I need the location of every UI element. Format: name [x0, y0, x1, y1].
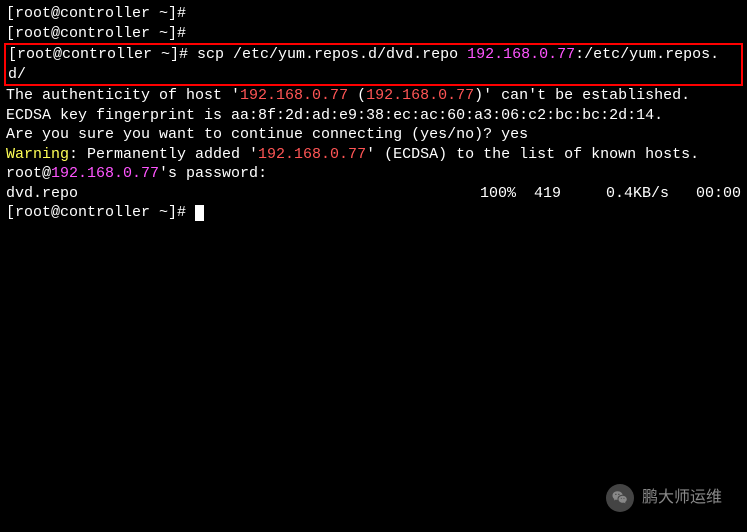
password-line: root@192.168.0.77's password: [6, 164, 741, 184]
transfer-stats: 100% 419 0.4KB/s 00:00 [480, 184, 741, 204]
fingerprint-line: ECDSA key fingerprint is aa:8f:2d:ad:e9:… [6, 106, 741, 126]
prompt-text: [root@controller ~]# [8, 46, 197, 63]
command-text: scp /etc/yum.repos.d/dvd.repo [197, 46, 467, 63]
scp-command-line: [root@controller ~]# scp /etc/yum.repos.… [8, 45, 739, 65]
transfer-filename: dvd.repo [6, 184, 78, 204]
prompt-line-empty: [root@controller ~]# [6, 24, 741, 44]
warning-label: Warning [6, 146, 69, 163]
text: ' (ECDSA) to the list of known hosts. [366, 146, 699, 163]
text: ECDSA key fingerprint is aa:8f:2d:ad:e9:… [6, 107, 663, 124]
text: root@ [6, 165, 51, 182]
ip-address-text: 192.168.0.77 [51, 165, 159, 182]
text: The authenticity of host ' [6, 87, 240, 104]
ip-address-text: 192.168.0.77 [467, 46, 575, 63]
user-input-text: yes [501, 126, 528, 143]
highlighted-command-box: [root@controller ~]# scp /etc/yum.repos.… [4, 43, 743, 86]
command-text: d/ [8, 66, 26, 83]
command-text: :/etc/yum.repos. [575, 46, 719, 63]
warning-line: Warning: Permanently added '192.168.0.77… [6, 145, 741, 165]
ip-address-text: 192.168.0.77 [366, 87, 474, 104]
terminal-cursor [195, 205, 204, 221]
confirm-line: Are you sure you want to continue connec… [6, 125, 741, 145]
text: ( [348, 87, 366, 104]
text: Are you sure you want to continue connec… [6, 126, 501, 143]
ip-address-text: 192.168.0.77 [258, 146, 366, 163]
text: )' can't be established. [474, 87, 690, 104]
prompt-line-cursor[interactable]: [root@controller ~]# [6, 203, 741, 223]
prompt-line-empty: [root@controller ~]# [6, 4, 741, 24]
ip-address-text: 192.168.0.77 [240, 87, 348, 104]
wechat-icon [606, 484, 634, 512]
prompt-text: [root@controller ~]# [6, 204, 195, 221]
scp-command-wrap: d/ [8, 65, 739, 85]
authenticity-line: The authenticity of host '192.168.0.77 (… [6, 86, 741, 106]
transfer-progress-line: dvd.repo 100% 419 0.4KB/s 00:00 [6, 184, 741, 204]
prompt-text: [root@controller ~]# [6, 5, 195, 22]
text: 's password: [159, 165, 267, 182]
prompt-text: [root@controller ~]# [6, 25, 195, 42]
watermark-text: 鹏大师运维 [642, 488, 722, 509]
watermark: 鹏大师运维 [606, 484, 722, 512]
text: : Permanently added ' [69, 146, 258, 163]
